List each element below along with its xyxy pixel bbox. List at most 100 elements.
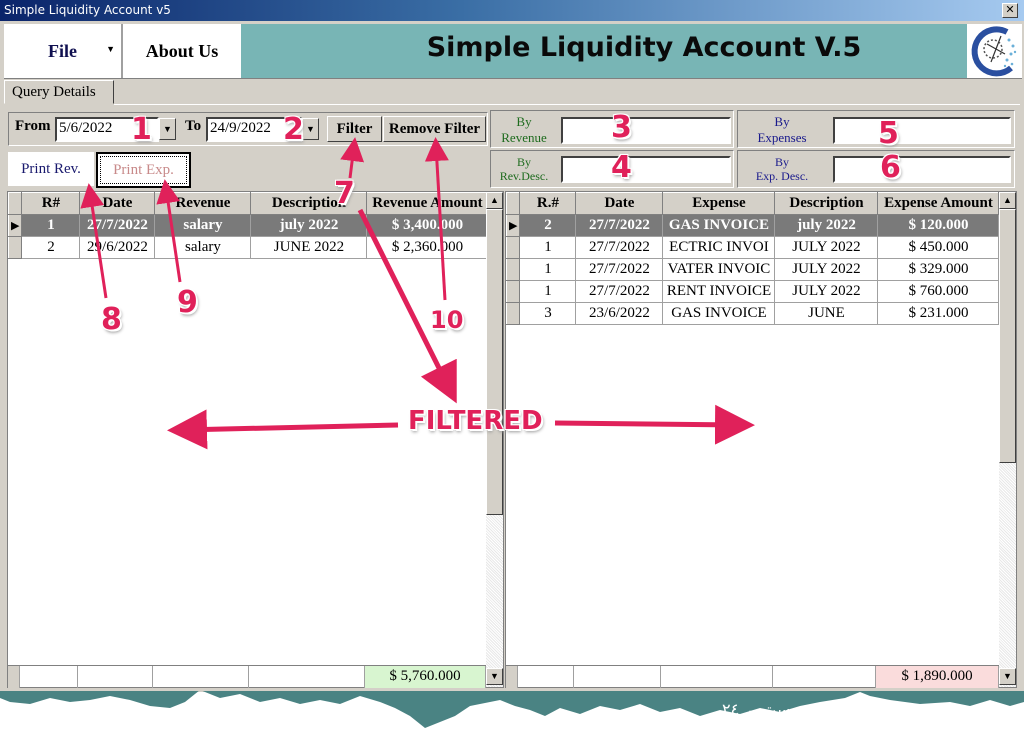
cell-revenue[interactable]: salary xyxy=(154,214,252,237)
cell-revenue[interactable]: salary xyxy=(154,236,252,259)
cell-description[interactable]: JULY 2022 xyxy=(774,236,879,259)
column-header[interactable]: R# xyxy=(21,192,81,215)
table-row[interactable]: 2 29/6/2022 salary JUNE 2022 $ 2,360.000 xyxy=(7,236,489,259)
by-expenses-input[interactable] xyxy=(833,117,1011,144)
filter-button[interactable]: Filter xyxy=(327,116,382,142)
cell-r[interactable]: 1 xyxy=(519,258,577,281)
revenue-scrollbar[interactable]: ▲ ▼ xyxy=(486,192,503,687)
expense-grid: R.# Date Expense Description Expense Amo… xyxy=(505,191,1017,688)
scroll-up-icon[interactable]: ▲ xyxy=(486,192,503,209)
total-spacer xyxy=(20,666,78,688)
cell-r[interactable]: 2 xyxy=(519,214,577,237)
column-header[interactable]: Date xyxy=(575,192,664,215)
cell-r[interactable]: 1 xyxy=(519,236,577,259)
annotation-4: 4 xyxy=(611,150,632,185)
total-spacer xyxy=(661,666,773,688)
by-rev-desc-input[interactable] xyxy=(561,156,731,183)
menu-about-us[interactable]: About Us xyxy=(123,24,241,78)
table-row[interactable]: 1 27/7/2022 ECTRIC INVOI JULY 2022 $ 450… xyxy=(505,236,1000,259)
cell-date[interactable]: 27/7/2022 xyxy=(575,214,664,237)
revenue-header-row: R# Date Revenue Description Revenue Amou… xyxy=(7,192,489,215)
table-row[interactable]: 1 27/7/2022 VATER INVOIC JULY 2022 $ 329… xyxy=(505,258,1000,281)
cell-description[interactable]: JUNE 2022 xyxy=(250,236,368,259)
by-expenses-label-line1: By xyxy=(774,114,790,129)
close-icon[interactable]: ✕ xyxy=(1002,3,1018,18)
cell-expense[interactable]: GAS INVOICE xyxy=(662,302,776,325)
cell-r[interactable]: 3 xyxy=(519,302,577,325)
table-row[interactable]: 1 27/7/2022 RENT INVOICE JULY 2022 $ 760… xyxy=(505,280,1000,303)
cell-r[interactable]: 1 xyxy=(519,280,577,303)
annotation-2: 2 xyxy=(283,112,304,147)
by-exp-desc-input[interactable] xyxy=(833,156,1011,183)
row-selector[interactable] xyxy=(7,236,23,259)
from-date-dropdown[interactable]: ▼ xyxy=(159,118,176,140)
annotation-1: 1 xyxy=(131,112,152,147)
column-header[interactable]: Date xyxy=(79,192,156,215)
cell-date[interactable]: 27/7/2022 xyxy=(575,236,664,259)
scrollbar-thumb[interactable] xyxy=(999,209,1016,463)
cell-amount[interactable]: $ 329.000 xyxy=(877,258,1000,281)
total-spacer xyxy=(506,666,518,688)
cell-date[interactable]: 29/6/2022 xyxy=(79,236,156,259)
total-spacer xyxy=(773,666,876,688)
table-row[interactable]: ▶ 2 27/7/2022 GAS INVOICE july 2022 $ 12… xyxy=(505,214,1000,237)
row-selector[interactable] xyxy=(505,236,521,259)
column-header[interactable]: Description xyxy=(774,192,879,215)
row-selector[interactable] xyxy=(505,302,521,325)
scrollbar-thumb[interactable] xyxy=(486,209,503,515)
by-exp-desc-label-line1: By xyxy=(774,155,789,169)
column-header[interactable]: Revenue Amount xyxy=(366,192,489,215)
cell-amount[interactable]: $ 3,400.000 xyxy=(366,214,489,237)
cell-description[interactable]: JULY 2022 xyxy=(774,280,879,303)
chevron-down-icon: ▼ xyxy=(106,44,115,54)
status-bar-date: ت، سبتمبر ٢٤ xyxy=(722,700,816,719)
total-spacer xyxy=(8,666,20,688)
cell-expense[interactable]: GAS INVOICE xyxy=(662,214,776,237)
row-pointer-icon[interactable]: ▶ xyxy=(7,214,23,237)
revenue-total-row: $ 5,760.000 xyxy=(8,665,486,688)
print-revenue-button[interactable]: Print Rev. xyxy=(8,152,94,186)
cell-date[interactable]: 27/7/2022 xyxy=(575,280,664,303)
cell-amount[interactable]: $ 450.000 xyxy=(877,236,1000,259)
cell-amount[interactable]: $ 120.000 xyxy=(877,214,1000,237)
cell-description[interactable]: july 2022 xyxy=(250,214,368,237)
cell-description[interactable]: july 2022 xyxy=(774,214,879,237)
table-row[interactable]: 3 23/6/2022 GAS INVOICE JUNE $ 231.000 xyxy=(505,302,1000,325)
cell-expense[interactable]: RENT INVOICE xyxy=(662,280,776,303)
cell-date[interactable]: 27/7/2022 xyxy=(575,258,664,281)
cell-amount[interactable]: $ 2,360.000 xyxy=(366,236,489,259)
remove-filter-button[interactable]: Remove Filter xyxy=(383,116,486,142)
scroll-up-icon[interactable]: ▲ xyxy=(999,192,1016,209)
from-label: From xyxy=(15,118,51,134)
app-logo-icon xyxy=(967,24,1022,78)
to-label: To xyxy=(185,118,202,134)
row-selector[interactable] xyxy=(505,280,521,303)
table-row[interactable]: ▶ 1 27/7/2022 salary july 2022 $ 3,400.0… xyxy=(7,214,489,237)
column-header[interactable]: Expense Amount xyxy=(877,192,1000,215)
expense-scrollbar[interactable]: ▲ ▼ xyxy=(999,192,1016,687)
column-header[interactable]: Expense xyxy=(662,192,776,215)
total-spacer xyxy=(574,666,661,688)
column-header[interactable]: R.# xyxy=(519,192,577,215)
row-selector-header xyxy=(7,192,23,215)
to-date-dropdown[interactable]: ▼ xyxy=(302,118,319,140)
cell-description[interactable]: JUNE xyxy=(774,302,879,325)
menu-file[interactable]: File ▼ xyxy=(4,24,123,78)
tab-query-details[interactable]: Query Details xyxy=(4,80,114,104)
cell-r[interactable]: 2 xyxy=(21,236,81,259)
by-revenue-input[interactable] xyxy=(561,117,731,144)
cell-expense[interactable]: ECTRIC INVOI xyxy=(662,236,776,259)
row-selector[interactable] xyxy=(505,258,521,281)
cell-amount[interactable]: $ 760.000 xyxy=(877,280,1000,303)
cell-description[interactable]: JULY 2022 xyxy=(774,258,879,281)
cell-r[interactable]: 1 xyxy=(21,214,81,237)
scroll-down-icon[interactable]: ▼ xyxy=(999,668,1016,685)
row-pointer-icon[interactable]: ▶ xyxy=(505,214,521,237)
cell-date[interactable]: 27/7/2022 xyxy=(79,214,156,237)
cell-date[interactable]: 23/6/2022 xyxy=(575,302,664,325)
column-header[interactable]: Revenue xyxy=(154,192,252,215)
print-expenses-button[interactable]: Print Exp. xyxy=(96,152,191,188)
scroll-down-icon[interactable]: ▼ xyxy=(486,668,503,685)
cell-expense[interactable]: VATER INVOIC xyxy=(662,258,776,281)
cell-amount[interactable]: $ 231.000 xyxy=(877,302,1000,325)
